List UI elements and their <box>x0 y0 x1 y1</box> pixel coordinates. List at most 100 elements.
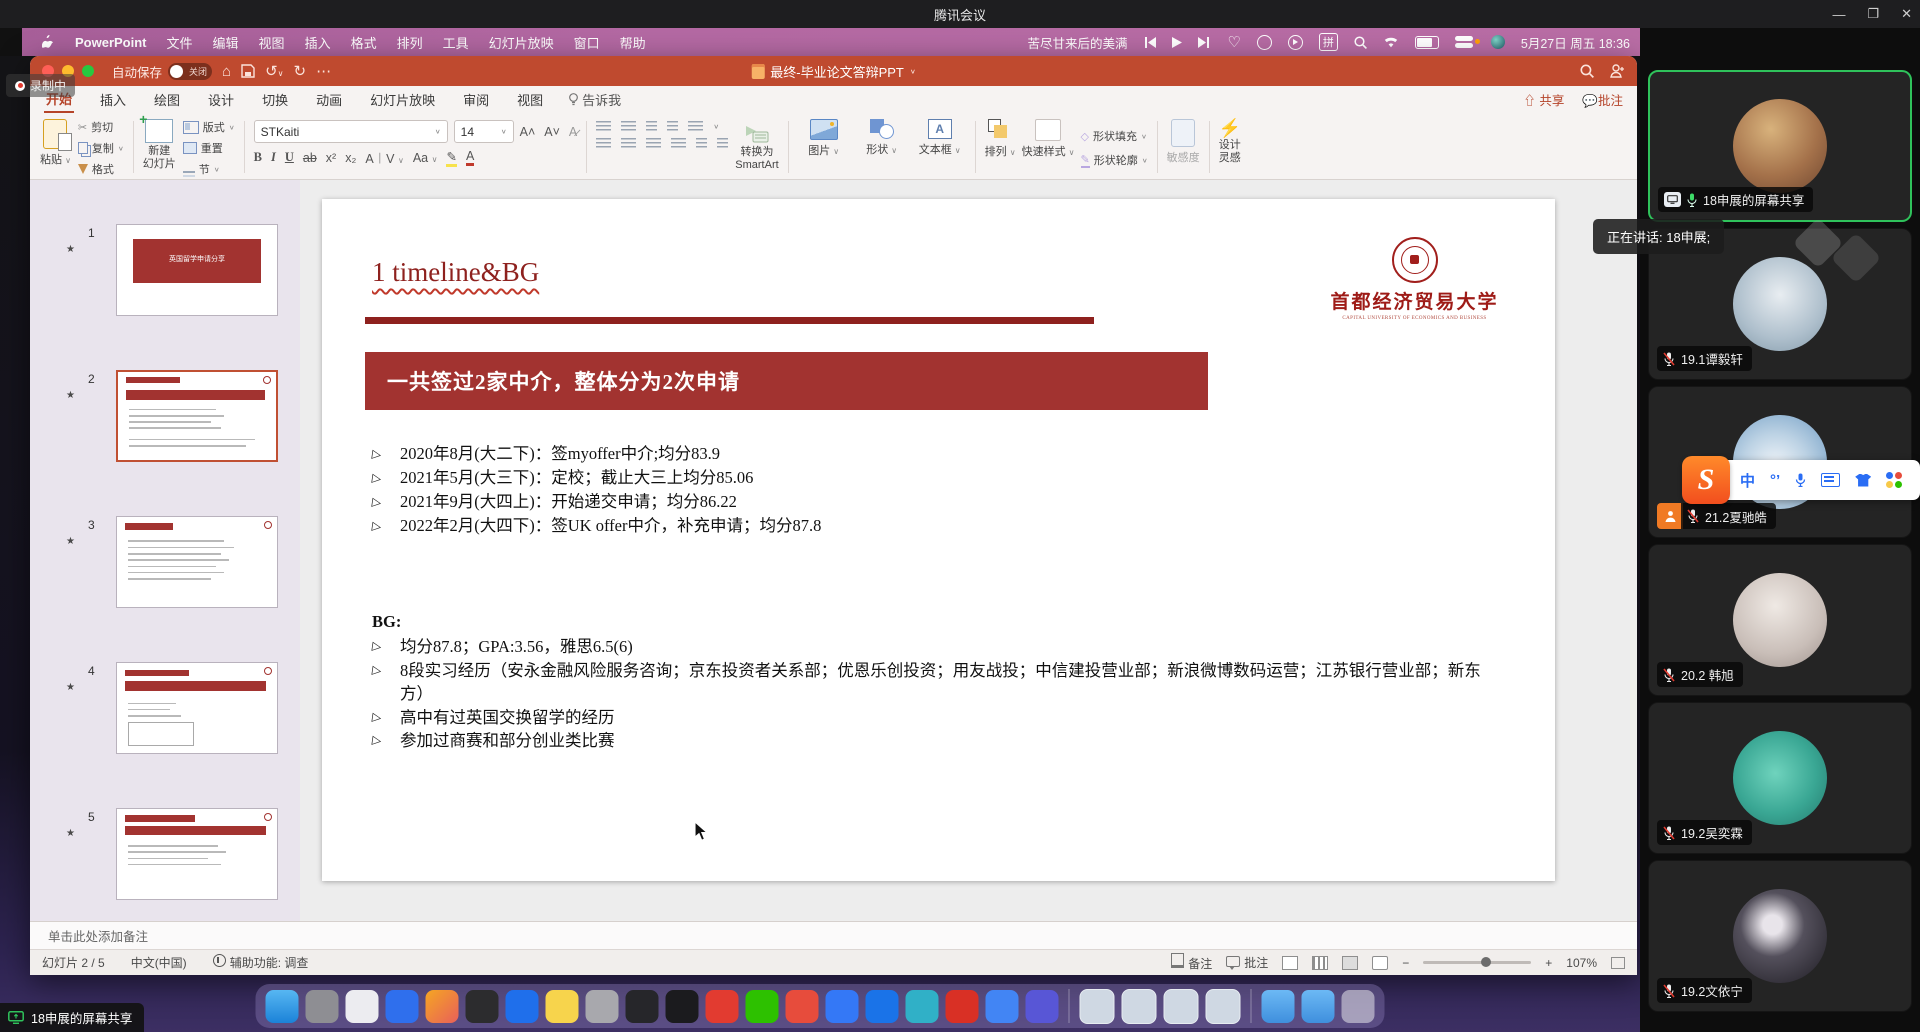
dock-app-icon[interactable] <box>666 990 699 1023</box>
window-zoom-light[interactable] <box>82 65 94 77</box>
participant-tile[interactable]: 20.2 韩旭 <box>1648 544 1912 696</box>
notes-toggle-button[interactable]: 备注 <box>1171 953 1212 972</box>
play-status-icon[interactable] <box>1288 35 1303 50</box>
reset-button[interactable]: 重置 <box>183 140 235 156</box>
dock-app-icon[interactable] <box>506 990 539 1023</box>
shrink-font-button[interactable]: A˅ <box>544 125 560 139</box>
slide-thumbnail-2-selected[interactable] <box>116 370 278 462</box>
menu-edit[interactable]: 编辑 <box>213 33 239 52</box>
dock-app-icon[interactable] <box>346 990 379 1023</box>
favorite-heart-icon[interactable]: ♡ <box>1227 33 1240 51</box>
menu-tools[interactable]: 工具 <box>443 33 469 52</box>
dock-app-icon[interactable] <box>866 990 899 1023</box>
ime-toolbox-icon[interactable] <box>1886 472 1902 488</box>
new-slide-button[interactable]: 新建幻灯片 <box>143 117 176 177</box>
input-method-badge[interactable]: 拼 <box>1319 33 1338 51</box>
more-commands-icon[interactable]: ⋯ <box>316 62 331 80</box>
media-next-icon[interactable] <box>1198 37 1211 48</box>
dock-app-icon[interactable] <box>266 990 299 1023</box>
media-previous-icon[interactable] <box>1143 37 1156 48</box>
current-slide[interactable]: 1 timeline&BG 首都经济贸易大学 CAPITAL UNIVERSIT… <box>322 199 1555 881</box>
comments-toggle-button[interactable]: 批注 <box>1226 954 1268 971</box>
dock-app-icon[interactable] <box>586 990 619 1023</box>
ime-skin-icon[interactable] <box>1855 474 1871 487</box>
fit-slide-button[interactable] <box>1611 957 1625 969</box>
dock-folder-icon[interactable] <box>1302 990 1335 1023</box>
slide-title[interactable]: 1 timeline&BG <box>372 257 539 288</box>
dock-app-icon[interactable] <box>386 990 419 1023</box>
normal-view-button[interactable] <box>1282 956 1298 970</box>
slideshow-view-button[interactable] <box>1372 956 1388 970</box>
arrange-button[interactable]: 排列 ∨ <box>985 117 1016 159</box>
align-right-button[interactable] <box>646 138 661 149</box>
dock-window-thumbnail[interactable] <box>1080 989 1115 1024</box>
text-direction-button[interactable] <box>717 138 728 149</box>
trash-icon[interactable] <box>1342 990 1375 1023</box>
bullets-button[interactable] <box>596 121 611 132</box>
ribbon-share-button[interactable]: ⇧ 共享 <box>1523 90 1564 109</box>
wifi-icon[interactable] <box>1383 36 1399 48</box>
apple-menu-icon[interactable] <box>42 35 55 50</box>
dock-window-thumbnail[interactable] <box>1206 989 1241 1024</box>
ime-punctuation-icon[interactable]: °’ <box>1770 472 1780 489</box>
copy-button[interactable]: 复制 ∨ <box>78 140 124 156</box>
tab-view[interactable]: 视图 <box>515 87 545 112</box>
tab-insert[interactable]: 插入 <box>98 87 128 112</box>
zoom-slider-thumb[interactable] <box>1481 957 1491 967</box>
menu-help[interactable]: 帮助 <box>620 33 646 52</box>
dock-app-icon[interactable] <box>626 990 659 1023</box>
menu-window[interactable]: 窗口 <box>574 33 600 52</box>
font-name-select[interactable]: STKaiti∨ <box>254 120 448 143</box>
undo-button[interactable]: ↺∨ <box>265 62 283 80</box>
music-app-icon[interactable] <box>1257 35 1272 50</box>
media-play-icon[interactable] <box>1172 37 1182 48</box>
participant-tile[interactable]: 19.2吴奕霖 <box>1648 702 1912 854</box>
slide-thumbnail-3[interactable] <box>116 516 278 608</box>
tab-slideshow[interactable]: 幻灯片放映 <box>368 87 437 112</box>
menu-arrange[interactable]: 排列 <box>397 33 423 52</box>
menu-view[interactable]: 视图 <box>259 33 285 52</box>
menubar-datetime[interactable]: 5月27日 周五 18:36 <box>1521 33 1630 52</box>
dock-app-icon[interactable] <box>306 990 339 1023</box>
menubar-app-status-icon[interactable] <box>1491 35 1505 49</box>
section-button[interactable]: 节 ∨ <box>183 161 235 177</box>
timeline-bullet-list[interactable]: 2020年8月(大二下)：签myoffer中介;均分83.9 2021年5月(大… <box>370 442 1500 538</box>
format-painter-button[interactable]: 格式 <box>78 161 124 177</box>
zoom-out-button[interactable]: − <box>1402 956 1409 970</box>
zoom-in-button[interactable]: + <box>1545 956 1552 970</box>
insert-shape-button[interactable]: 形状 ∨ <box>856 117 908 157</box>
background-bullet-list[interactable]: BG: 均分87.8；GPA:3.56，雅思6.5(6) 8段实习经历（安永金融… <box>370 609 1500 753</box>
reading-view-button[interactable] <box>1342 956 1358 970</box>
participant-tile[interactable]: 18申展的屏幕共享 <box>1648 70 1912 222</box>
zoom-level[interactable]: 107% <box>1566 956 1597 970</box>
dock-window-thumbnail[interactable] <box>1164 989 1199 1024</box>
strikethrough-button[interactable]: ab <box>303 151 317 165</box>
autosave-toggle[interactable]: 关闭 <box>168 63 212 80</box>
control-center-icon[interactable] <box>1455 36 1475 48</box>
dock-app-icon[interactable] <box>786 990 819 1023</box>
insert-picture-button[interactable]: 图片 ∨ <box>798 117 850 158</box>
menu-insert[interactable]: 插入 <box>305 33 331 52</box>
dock-app-icon[interactable] <box>746 990 779 1023</box>
ime-voice-icon[interactable] <box>1795 473 1806 487</box>
align-left-button[interactable] <box>596 138 611 149</box>
highlight-button[interactable]: ✎ <box>446 149 456 167</box>
dock-app-icon[interactable] <box>706 990 739 1023</box>
shape-outline-button[interactable]: ✎形状轮廓 ∨ <box>1081 152 1148 168</box>
minimize-button[interactable]: — <box>1832 7 1845 22</box>
columns-button[interactable] <box>696 138 707 149</box>
accessibility-status[interactable]: 辅助功能: 调查 <box>213 954 309 971</box>
dock-app-icon[interactable] <box>946 990 979 1023</box>
ime-keyboard-icon[interactable] <box>1821 473 1840 487</box>
justify-button[interactable] <box>671 138 686 149</box>
document-title[interactable]: 最终-毕业论文答辩PPT <box>770 62 904 81</box>
dock-app-icon[interactable] <box>826 990 859 1023</box>
dock-app-icon[interactable] <box>466 990 499 1023</box>
spotlight-search-icon[interactable] <box>1354 36 1367 49</box>
font-color-button[interactable]: A <box>466 149 474 166</box>
sogou-logo-icon[interactable]: S <box>1682 456 1730 504</box>
ribbon-comments-button[interactable]: 💬批注 <box>1582 90 1623 109</box>
menu-slideshow[interactable]: 幻灯片放映 <box>489 33 554 52</box>
layout-button[interactable]: 版式 ∨ <box>183 119 235 135</box>
participant-tile[interactable]: 19.2文依宁 <box>1648 860 1912 1012</box>
